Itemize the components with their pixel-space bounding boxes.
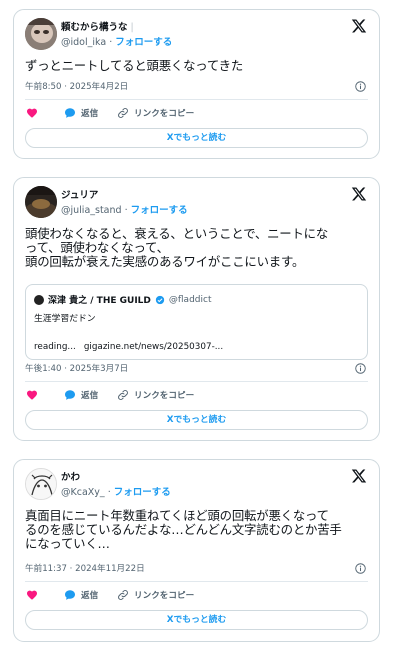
info-icon[interactable] bbox=[355, 563, 366, 574]
reply-button[interactable]: 返信 bbox=[64, 389, 98, 401]
heart-icon bbox=[27, 590, 37, 600]
like-button[interactable] bbox=[26, 589, 38, 601]
display-name[interactable]: ジュリア bbox=[61, 187, 98, 201]
divider bbox=[25, 581, 368, 582]
tweet-header: 頼むから構うな | @idol_ika · フォローする bbox=[25, 18, 371, 50]
divider bbox=[25, 381, 368, 382]
link-icon bbox=[118, 108, 128, 118]
x-logo-icon[interactable] bbox=[351, 468, 367, 484]
follow-button[interactable]: フォローする bbox=[114, 487, 171, 498]
link-icon bbox=[118, 590, 128, 600]
info-icon[interactable] bbox=[355, 363, 366, 374]
copy-link-button[interactable]: リンクをコピー bbox=[117, 589, 194, 601]
tweet-card[interactable]: かわ @KcaXy_ · フォローする 真面目にニート年数重ねてくほど頭の回転が… bbox=[13, 459, 380, 642]
read-more-button[interactable]: Xでもっと読む bbox=[25, 410, 368, 430]
timestamp[interactable]: 午前11:37 · 2024年11月22日 bbox=[25, 562, 145, 574]
tweet-text: 真面目にニート年数重ねてくほど頭の回転が悪くなって るのを感じているんだよな…ど… bbox=[25, 508, 342, 551]
timestamp[interactable]: 午後1:40 · 2025年3月7日 bbox=[25, 362, 128, 374]
handle-line: @julia_stand · フォローする bbox=[61, 205, 188, 216]
like-button[interactable] bbox=[26, 389, 38, 401]
read-more-button[interactable]: Xでもっと読む bbox=[25, 128, 368, 148]
reply-icon bbox=[65, 108, 75, 118]
follow-button[interactable]: フォローする bbox=[115, 37, 172, 48]
copy-link-button[interactable]: リンクをコピー bbox=[117, 389, 194, 401]
read-more-button[interactable]: Xでもっと読む bbox=[25, 610, 368, 630]
quoted-avatar bbox=[34, 294, 44, 305]
display-name[interactable]: かわ bbox=[61, 469, 80, 483]
verified-badge-icon bbox=[155, 295, 165, 305]
handle-line: @idol_ika · フォローする bbox=[61, 37, 173, 48]
handle-line: @KcaXy_ · フォローする bbox=[61, 487, 171, 498]
reply-icon bbox=[65, 390, 75, 400]
x-logo-icon[interactable] bbox=[351, 186, 367, 202]
tweet-text: 頭使わなくなると、衰える、ということで、ニートにな って、頭使わなくなって、 頭… bbox=[25, 226, 329, 269]
link-icon bbox=[118, 390, 128, 400]
tweet-card[interactable]: 頼むから構うな | @idol_ika · フォローする ずっとニートしてると頭悪… bbox=[13, 9, 380, 159]
x-logo-icon[interactable] bbox=[351, 18, 367, 34]
divider bbox=[25, 99, 368, 100]
reply-icon bbox=[65, 590, 75, 600]
quoted-tweet-header: 深津 貴之 / THE GUILD @fladdict bbox=[34, 293, 211, 306]
avatar[interactable] bbox=[25, 468, 57, 500]
tweet-header: かわ @KcaXy_ · フォローする bbox=[25, 468, 371, 500]
avatar[interactable] bbox=[25, 186, 57, 218]
timestamp[interactable]: 午前8:50 · 2025年4月2日 bbox=[25, 80, 128, 92]
handle[interactable]: @julia_stand bbox=[61, 205, 122, 216]
tweet-text: ずっとニートしてると頭悪くなってきた bbox=[25, 58, 244, 73]
handle[interactable]: @idol_ika bbox=[61, 37, 106, 48]
reply-button[interactable]: 返信 bbox=[64, 107, 98, 119]
display-name[interactable]: 頼むから構うな | bbox=[61, 19, 134, 33]
reply-button[interactable]: 返信 bbox=[64, 589, 98, 601]
quoted-text: 生涯学習だドン bbox=[34, 314, 96, 324]
quoted-link[interactable]: gigazine.net/news/20250307-... bbox=[84, 342, 223, 352]
heart-icon bbox=[27, 390, 37, 400]
info-icon[interactable] bbox=[355, 81, 366, 92]
like-button[interactable] bbox=[26, 107, 38, 119]
heart-icon bbox=[27, 108, 37, 118]
quoted-link-line: reading... gigazine.net/news/20250307-... bbox=[34, 342, 224, 352]
copy-link-button[interactable]: リンクをコピー bbox=[117, 107, 194, 119]
tweet-header: ジュリア @julia_stand · フォローする bbox=[25, 186, 371, 218]
quoted-display-name: 深津 貴之 / THE GUILD bbox=[48, 296, 151, 306]
handle[interactable]: @KcaXy_ bbox=[61, 487, 105, 498]
follow-button[interactable]: フォローする bbox=[131, 205, 188, 216]
tweet-card[interactable]: ジュリア @julia_stand · フォローする 頭使わなくなると、衰える、… bbox=[13, 177, 380, 441]
avatar[interactable] bbox=[25, 18, 57, 50]
quoted-handle: @fladdict bbox=[168, 294, 212, 305]
quoted-tweet[interactable]: 深津 貴之 / THE GUILD @fladdict 生涯学習だドン read… bbox=[25, 284, 368, 360]
